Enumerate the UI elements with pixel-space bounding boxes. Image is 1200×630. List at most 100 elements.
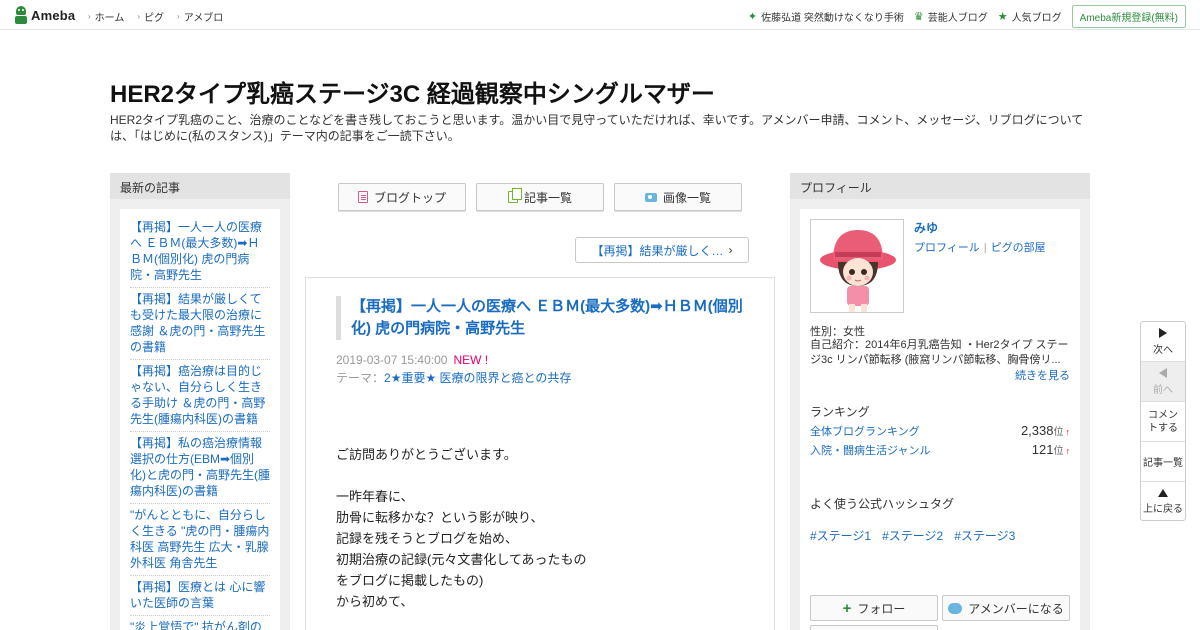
amember-button[interactable]: アメンバーになる bbox=[942, 595, 1070, 621]
article-theme: テーマ：2★重要★ 医療の限界と癌との共存 bbox=[336, 369, 571, 386]
ranking-row: 入院・闘病生活ジャンル 121位 ↑ bbox=[810, 442, 1070, 458]
play-left-icon bbox=[1159, 367, 1167, 378]
recent-article-link[interactable]: 【再掲】一人一人の医療へ ＥＢＭ(最大多数)➡ＨＢＭ(個別化) 虎の門病院・高野… bbox=[130, 219, 270, 288]
recent-article-link[interactable]: 【再掲】癌治療は目的じゃない、自分らしく生きる手助け ＆虎の門・高野先生(腫瘍内… bbox=[130, 363, 270, 432]
arrow-up-icon bbox=[1158, 489, 1168, 497]
article: 【再掲】一人一人の医療へ ＥＢＭ(最大多数)➡ＨＢＭ(個別化) 虎の門病院・高野… bbox=[305, 277, 775, 630]
follow-button[interactable]: + フォロー bbox=[810, 595, 938, 621]
celebrity-blog-label: 芸能人ブログ bbox=[927, 13, 988, 24]
ranking-value: 2,338 bbox=[1020, 423, 1054, 438]
trending-label: 佐藤弘道 突然動けなくなり手術 bbox=[761, 13, 904, 24]
hashtag-link[interactable]: #ステージ2 bbox=[882, 529, 943, 543]
next-button[interactable]: 次へ bbox=[1141, 322, 1185, 362]
ranking-value-group: 121位 ↑ bbox=[1032, 442, 1070, 458]
floating-nav: 次へ 前へ コメントする 記事一覧 上に戻る bbox=[1140, 321, 1186, 521]
ranking-unit: 位 bbox=[1053, 427, 1064, 438]
nav-home[interactable]: › ホーム bbox=[88, 9, 124, 24]
body-line: 初期治療の記録(元々文書化してあったもの bbox=[336, 552, 587, 567]
article-title[interactable]: 【再掲】一人一人の医療へ ＥＢＭ(最大多数)➡ＨＢＭ(個別化) 虎の門病院・高野… bbox=[336, 296, 746, 340]
article-meta: 2019-03-07 15:40:00 NEW ! bbox=[336, 353, 488, 367]
body-line: をブログに掲載したもの) bbox=[336, 573, 484, 588]
register-button[interactable]: Ameba新規登録(無料) bbox=[1071, 5, 1186, 28]
article-list-button[interactable]: 記事一覧 bbox=[1141, 442, 1185, 482]
logo-text: Ameba bbox=[31, 7, 76, 23]
recent-articles-heading: 最新の記事 bbox=[110, 173, 290, 199]
camera-icon bbox=[644, 192, 657, 202]
theme-label: テーマ： bbox=[336, 371, 385, 385]
ranking-row: 全体ブログランキング 2,338位 ↑ bbox=[810, 423, 1070, 439]
divider: | bbox=[983, 242, 987, 254]
recent-article-link[interactable]: 【再掲】結果が厳しくても受けた最大限の治療に感謝 ＆虎の門・高野先生の書籍 bbox=[130, 291, 270, 360]
previous-article-label: 【再掲】結果が厳しく… bbox=[591, 243, 724, 258]
blog-title[interactable]: HER2タイプ乳癌ステージ3C 経過観察中シングルマザー bbox=[110, 74, 715, 109]
global-header: Ameba › ホーム › ピグ › アメブロ ✦ 佐藤弘道 突然動けなくなり手術 ♛ 芸… bbox=[0, 0, 1200, 30]
profile-panel: プロフィール みゆ プロフィール | ピグの部屋 性別：女性 自己紹介：2014… bbox=[790, 173, 1090, 630]
recent-article-link[interactable]: 【再掲】医療とは 心に響いた医師の言葉 bbox=[130, 579, 270, 616]
plus-icon: + bbox=[842, 599, 852, 617]
comment-button[interactable]: コメントする bbox=[1141, 402, 1185, 442]
chat-bubble-icon bbox=[948, 602, 963, 614]
pigg-room-link[interactable]: ピグの部屋 bbox=[991, 242, 1046, 254]
comment-label: コメントする bbox=[1148, 409, 1178, 434]
hashtag-list: #ステージ1 #ステージ2 #ステージ3 bbox=[810, 527, 1026, 544]
hashtag-link[interactable]: #ステージ1 bbox=[810, 529, 871, 543]
ranking-label[interactable]: 入院・闘病生活ジャンル bbox=[810, 442, 930, 458]
recent-article-link[interactable]: 【再掲】私の癌治療情報選択の仕方(EBM➡個別化)と虎の門・高野先生(腫瘍内科医… bbox=[130, 435, 270, 504]
previous-article-link[interactable]: 【再掲】結果が厳しく… › bbox=[575, 237, 749, 263]
popular-blog-link[interactable]: ★ 人気ブログ bbox=[998, 9, 1062, 24]
body-line bbox=[336, 465, 587, 486]
recent-article-link[interactable]: "がんとともに、自分らしく生きる "虎の門・腫瘍内科医 高野先生 広大・乳腺外科… bbox=[130, 507, 270, 576]
tab-blog-top[interactable]: ブログトップ bbox=[338, 183, 466, 211]
body-line: ご訪問ありがとうございます。 bbox=[336, 447, 517, 462]
avatar-illustration bbox=[811, 220, 903, 312]
message-button[interactable] bbox=[810, 625, 938, 630]
follow-label: フォロー bbox=[857, 601, 906, 616]
recent-article-link[interactable]: "炎上覚悟で" 抗がん剤の bbox=[130, 619, 270, 630]
ranking-label[interactable]: 全体ブログランキング bbox=[810, 423, 920, 439]
prev-label: 前へ bbox=[1153, 384, 1173, 396]
crown-icon: ♛ bbox=[913, 11, 924, 23]
nav-pigg[interactable]: › ピグ bbox=[137, 9, 164, 24]
ranking-heading: ランキング bbox=[810, 405, 870, 419]
body-line: から初めて、 bbox=[336, 594, 414, 609]
tab-label: 画像一覧 bbox=[662, 190, 711, 205]
blog-description: HER2タイプ乳癌のこと、治療のことなどを書き残しておこうと思います。温かい目で… bbox=[110, 113, 1084, 143]
list-icon bbox=[507, 188, 522, 203]
amember-label: アメンバーになる bbox=[968, 601, 1064, 616]
star-icon: ★ bbox=[997, 11, 1008, 23]
arrow-up-icon: ↑ bbox=[1065, 446, 1071, 456]
new-badge: NEW ! bbox=[453, 353, 489, 367]
chevron-right-icon: › bbox=[88, 12, 91, 21]
profile-name[interactable]: みゆ bbox=[914, 219, 938, 236]
arrow-up-icon: ↑ bbox=[1065, 427, 1071, 437]
theme-link[interactable]: 2★重要★ 医療の限界と癌との共存 bbox=[384, 371, 571, 385]
document-icon bbox=[357, 191, 368, 203]
celebrity-blog-link[interactable]: ♛ 芸能人ブログ bbox=[914, 9, 988, 24]
ranking-value: 121 bbox=[1031, 442, 1054, 457]
tab-article-list[interactable]: 記事一覧 bbox=[476, 183, 604, 211]
chevron-right-icon: › bbox=[137, 12, 141, 21]
trending-link[interactable]: ✦ 佐藤弘道 突然動けなくなり手術 bbox=[748, 9, 904, 24]
profile-heading: プロフィール bbox=[790, 173, 1090, 199]
hashtag-heading: よく使う公式ハッシュタグ bbox=[810, 497, 955, 511]
nav-ameblo[interactable]: › アメブロ bbox=[177, 9, 223, 24]
tab-image-list[interactable]: 画像一覧 bbox=[614, 183, 742, 211]
ranking-unit: 位 bbox=[1053, 446, 1064, 457]
back-to-top-label: 上に戻る bbox=[1143, 504, 1183, 515]
read-more-link[interactable]: 続きを見る bbox=[1015, 367, 1070, 383]
tab-label: ブログトップ bbox=[373, 190, 446, 205]
article-list-label: 記事一覧 bbox=[1143, 458, 1183, 469]
back-to-top-button[interactable]: 上に戻る bbox=[1141, 482, 1185, 522]
profile-links: プロフィール | ピグの部屋 bbox=[914, 239, 1046, 255]
play-right-icon bbox=[1159, 327, 1167, 338]
sparkle-icon: ✦ bbox=[747, 11, 758, 23]
hashtag-link[interactable]: #ステージ3 bbox=[954, 529, 1015, 543]
recent-articles-panel: 最新の記事 【再掲】一人一人の医療へ ＥＢＭ(最大多数)➡ＨＢＭ(個別化) 虎の… bbox=[110, 173, 290, 630]
profile-link[interactable]: プロフィール bbox=[914, 242, 980, 254]
profile-gender: 性別：女性 bbox=[810, 326, 865, 338]
article-body: ご訪問ありがとうございます。 一昨年春に、 肋骨に転移かな？という影が映り、 記… bbox=[336, 444, 587, 612]
prev-button[interactable]: 前へ bbox=[1141, 362, 1185, 402]
avatar[interactable] bbox=[810, 219, 904, 313]
blog-tabs: ブログトップ 記事一覧 画像一覧 bbox=[338, 183, 752, 211]
ameba-logo[interactable]: Ameba bbox=[14, 6, 75, 24]
